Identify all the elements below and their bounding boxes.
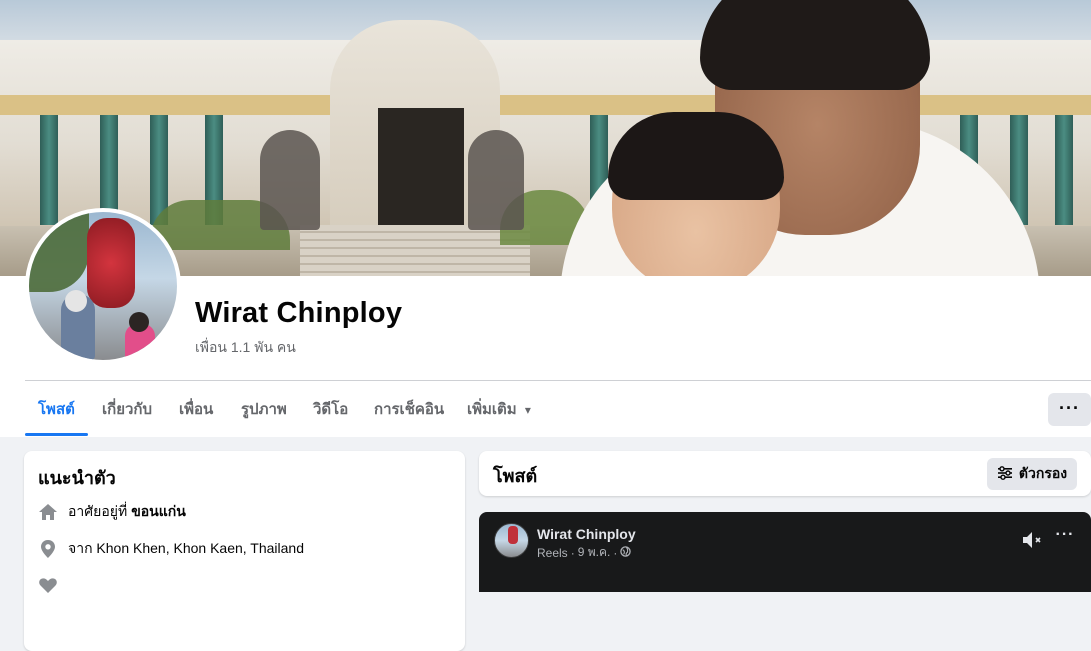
post-card[interactable]: Wirat Chinploy Reels · 9 พ.ค. · ···	[479, 512, 1091, 592]
meta-separator: ·	[570, 545, 575, 560]
post-more-button[interactable]: ···	[1053, 526, 1077, 550]
post-type-link[interactable]: Reels	[537, 546, 568, 560]
lives-in-prefix: อาศัยอยู่ที่	[68, 503, 128, 519]
mute-button[interactable]	[1021, 530, 1045, 550]
lives-in-city-link[interactable]: ขอนแก่น	[131, 501, 186, 523]
tab-more[interactable]: เพิ่มเติม ▾	[467, 392, 531, 436]
profile-header: Wirat Chinploy เพื่อน 1.1 พัน คน โพสต์ เ…	[0, 0, 1091, 437]
from-text: จาก Khon Khen, Khon Kaen, Thailand	[68, 540, 305, 556]
profile-avatar[interactable]	[25, 208, 181, 364]
chevron-down-icon: ▾	[524, 403, 531, 417]
intro-title: แนะนำตัว	[38, 468, 116, 488]
divider	[25, 380, 1091, 381]
tab-friends[interactable]: เพื่อน	[179, 392, 213, 436]
cover-photo[interactable]	[0, 0, 1091, 276]
speaker-muted-icon	[1021, 532, 1045, 554]
home-icon	[38, 502, 58, 522]
filter-button[interactable]: ตัวกรอง	[987, 458, 1077, 490]
post-author-name[interactable]: Wirat Chinploy	[537, 526, 636, 542]
profile-name: Wirat Chinploy	[195, 297, 403, 329]
tab-more-label: เพิ่มเติม	[467, 401, 517, 418]
posts-header-card: โพสต์ ตัวกรอง	[479, 451, 1091, 496]
intro-relationship	[38, 575, 68, 595]
intro-card: แนะนำตัว อาศัยอยู่ที่ ขอนแก่น จาก Khon K…	[24, 451, 465, 651]
intro-lives-in: อาศัยอยู่ที่ ขอนแก่น	[38, 501, 186, 523]
filter-sliders-icon	[997, 465, 1013, 484]
meta-separator-2: ·	[613, 545, 618, 560]
heart-icon	[38, 575, 58, 595]
post-author-avatar[interactable]	[494, 523, 529, 558]
post-meta: Reels · 9 พ.ค. ·	[537, 543, 632, 562]
globe-icon	[620, 545, 632, 560]
filter-label: ตัวกรอง	[1018, 465, 1068, 481]
tab-about[interactable]: เกี่ยวกับ	[102, 392, 152, 436]
more-dots-icon: ···	[1055, 526, 1075, 543]
profile-more-button[interactable]: ···	[1048, 393, 1091, 426]
tab-checkins[interactable]: การเช็คอิน	[374, 392, 444, 436]
more-dots-icon: ···	[1059, 398, 1080, 418]
posts-title: โพสต์	[493, 466, 538, 486]
tab-videos[interactable]: วิดีโอ	[313, 392, 348, 436]
active-tab-indicator	[25, 433, 88, 436]
post-date-link[interactable]: 9 พ.ค.	[578, 543, 611, 562]
tab-posts[interactable]: โพสต์	[38, 392, 75, 436]
tab-photos[interactable]: รูปภาพ	[241, 392, 287, 436]
location-pin-icon	[38, 539, 58, 559]
friends-count-link[interactable]: เพื่อน 1.1 พัน คน	[195, 337, 296, 359]
intro-from: จาก Khon Khen, Khon Kaen, Thailand	[38, 538, 304, 560]
